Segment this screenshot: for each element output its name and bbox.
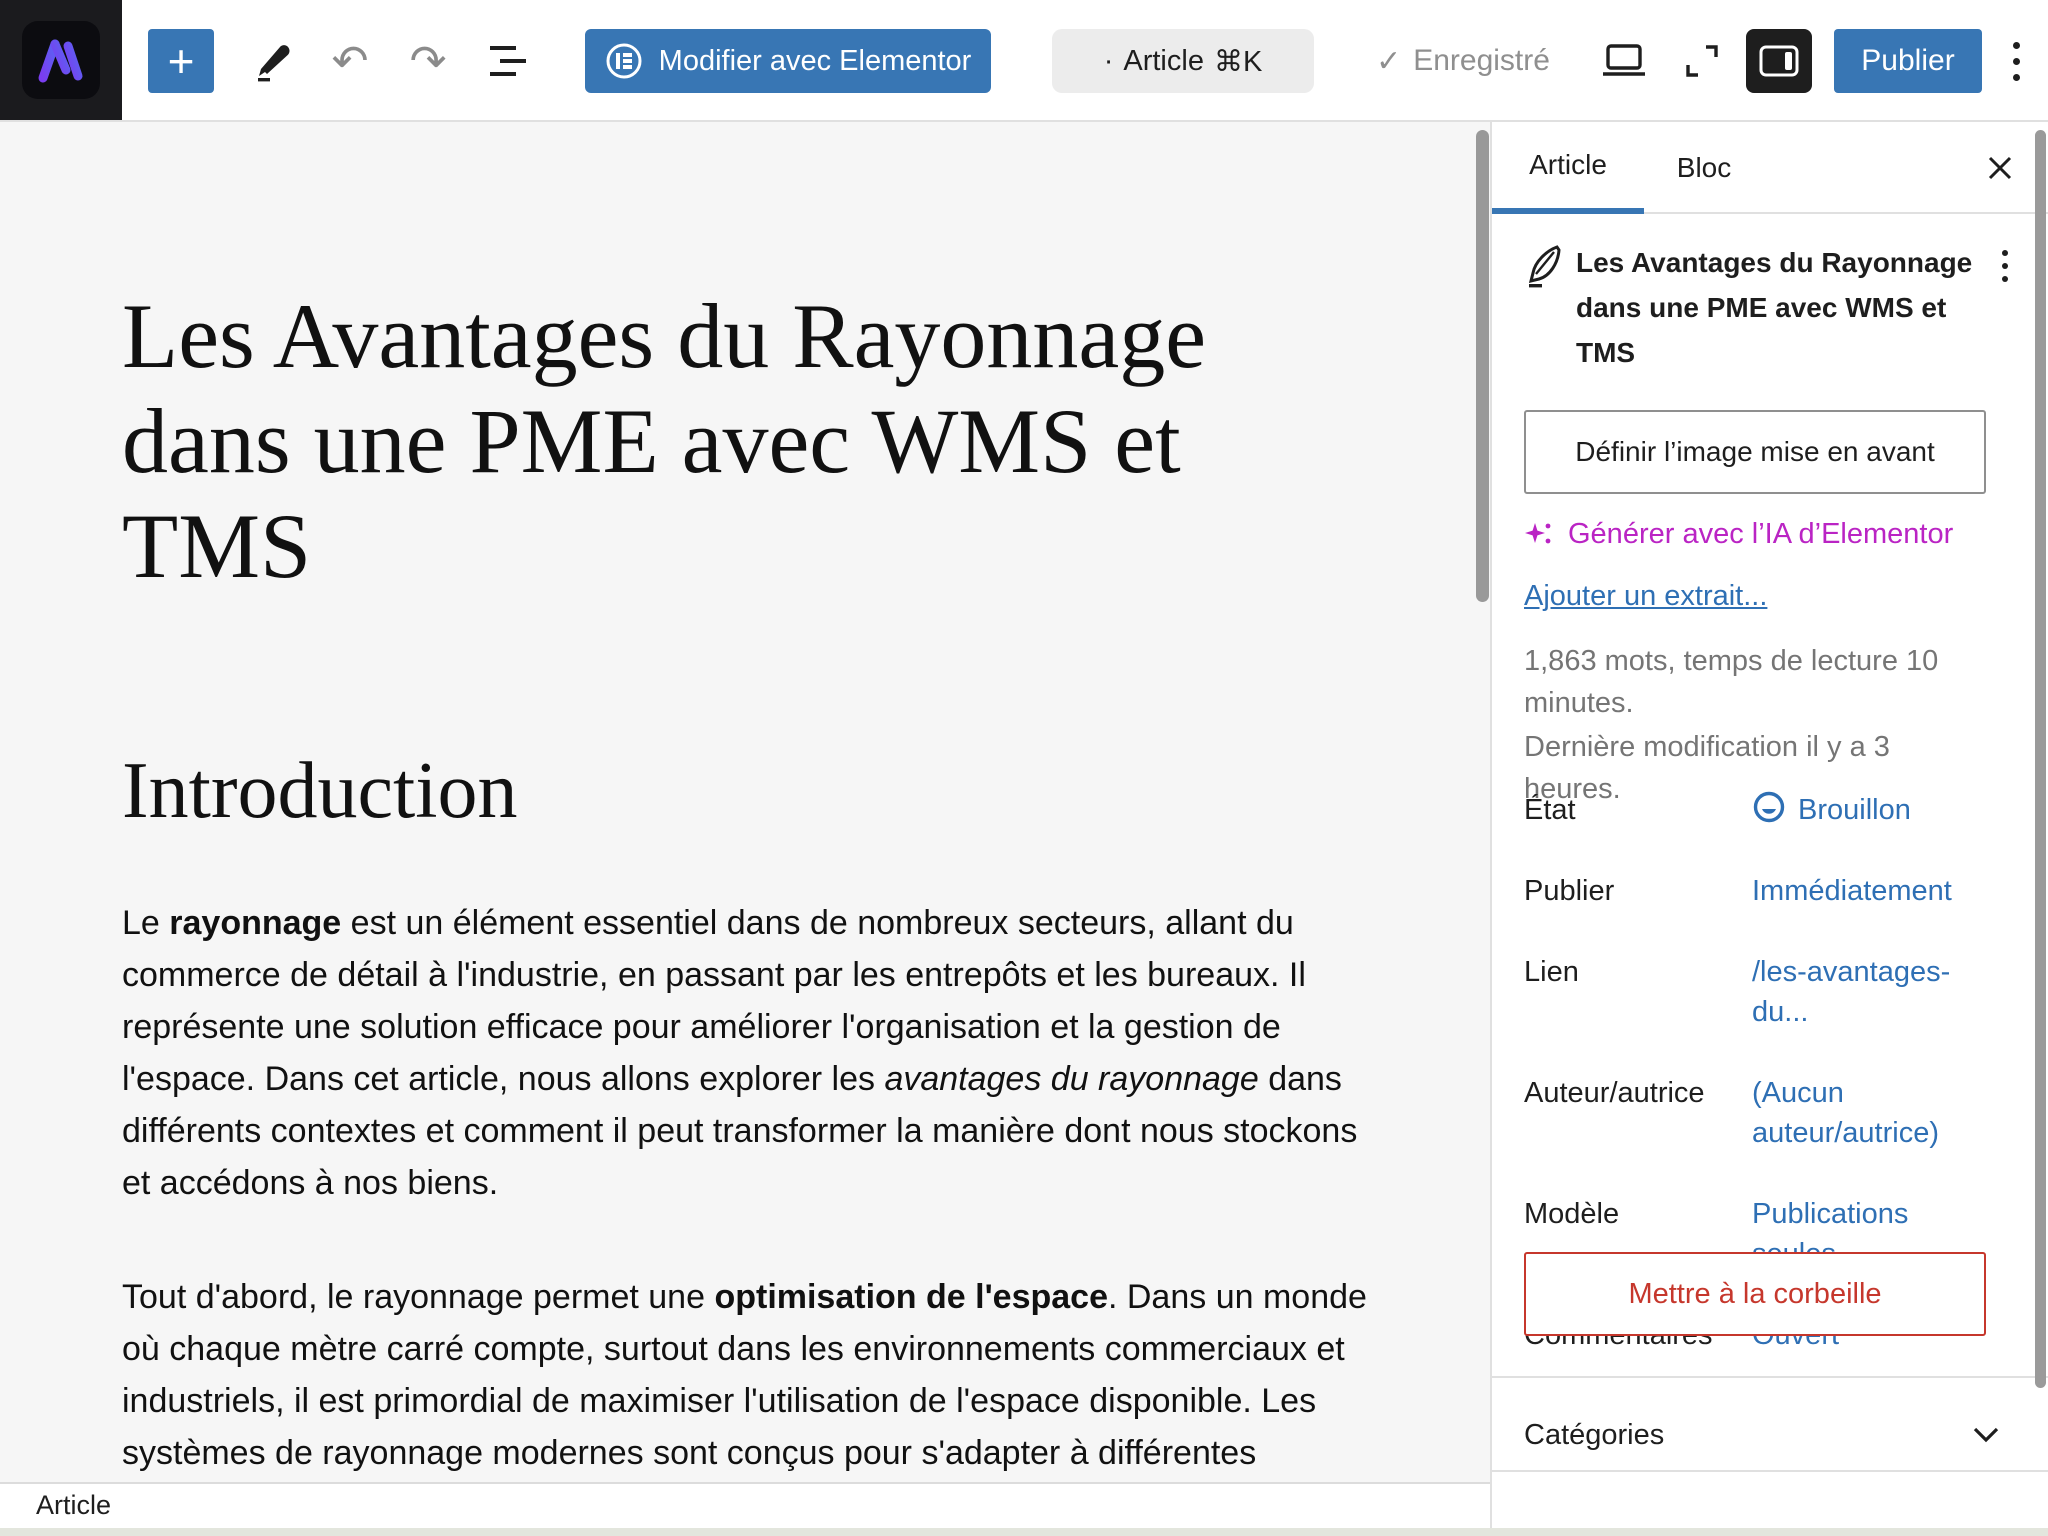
sidebar-tabs: Article Bloc bbox=[1492, 122, 2048, 214]
command-palette[interactable]: · Article ⌘K bbox=[1052, 29, 1314, 93]
breadcrumb[interactable]: Article bbox=[36, 1490, 111, 1521]
settings-sidebar: Article Bloc Les Avantages du Rayonnage … bbox=[1490, 122, 2048, 1528]
command-dot: · bbox=[1104, 45, 1114, 78]
content-scrollbar[interactable] bbox=[1476, 130, 1489, 602]
list-view-icon bbox=[486, 44, 530, 78]
add-excerpt-link[interactable]: Ajouter un extrait... bbox=[1524, 580, 1767, 613]
sidebar-scrollbar[interactable] bbox=[2035, 130, 2046, 1388]
elementor-icon bbox=[605, 42, 643, 80]
command-shortcut: ⌘K bbox=[1214, 44, 1262, 79]
pencil-icon bbox=[251, 38, 297, 84]
ai-link-label: Générer avec l’IA d’Elementor bbox=[1568, 518, 1953, 551]
sidebar-divider bbox=[1492, 1470, 2048, 1472]
post-card-title[interactable]: Les Avantages du Rayonnage dans une PME … bbox=[1576, 240, 1992, 375]
close-sidebar-button[interactable] bbox=[1978, 146, 2022, 190]
categories-panel-toggle[interactable]: Catégories bbox=[1524, 1400, 2000, 1470]
redo-icon: ↷ bbox=[410, 36, 447, 87]
kebab-icon bbox=[2013, 42, 2020, 49]
editor-canvas[interactable]: Les Avantages du Rayonnage dans une PME … bbox=[0, 122, 1490, 1482]
tab-bloc[interactable]: Bloc bbox=[1644, 122, 1764, 214]
settings-sidebar-toggle[interactable] bbox=[1746, 29, 1812, 93]
site-logo-button[interactable] bbox=[0, 0, 122, 120]
fullscreen-button[interactable] bbox=[1672, 29, 1732, 93]
intro-heading[interactable]: Introduction bbox=[122, 747, 1384, 835]
post-feather-icon bbox=[1524, 240, 1576, 288]
wordpress-editor: + ↶ ↷ bbox=[0, 0, 2048, 1536]
paragraph-1[interactable]: Le rayonnage est un élément essentiel da… bbox=[122, 897, 1384, 1209]
sidebar-divider bbox=[1492, 1376, 2048, 1378]
move-to-trash-button[interactable]: Mettre à la corbeille bbox=[1524, 1252, 1986, 1336]
categories-label: Catégories bbox=[1524, 1419, 1664, 1452]
set-featured-image-button[interactable]: Définir l’image mise en avant bbox=[1524, 410, 1986, 494]
elementor-button-label: Modifier avec Elementor bbox=[659, 45, 972, 78]
draft-status-icon bbox=[1752, 790, 1786, 824]
footer-divider bbox=[0, 1482, 1490, 1484]
status-value-link[interactable]: Brouillon bbox=[1752, 790, 2000, 830]
kebab-icon bbox=[2002, 250, 2008, 256]
check-icon: ✓ bbox=[1376, 44, 1401, 79]
generate-with-ai-link[interactable]: Générer avec l’IA d’Elementor bbox=[1524, 518, 1953, 551]
preview-button[interactable] bbox=[1592, 29, 1656, 93]
tools-pencil-button[interactable] bbox=[244, 29, 304, 93]
paragraph-2[interactable]: Tout d'abord, le rayonnage permet une op… bbox=[122, 1271, 1384, 1482]
row-link: Lien /les-avantages-du... bbox=[1524, 952, 2000, 1032]
site-logo-icon bbox=[22, 21, 100, 99]
row-author: Auteur/autrice (Aucun auteur/autrice) bbox=[1524, 1073, 2000, 1153]
window-bottom-strip bbox=[0, 1528, 2048, 1536]
close-icon bbox=[1985, 153, 2015, 183]
fullscreen-icon bbox=[1679, 38, 1725, 84]
undo-icon: ↶ bbox=[332, 36, 369, 87]
word-count-text: 1,863 mots, temps de lecture 10 minutes. bbox=[1524, 640, 1994, 724]
block-inserter-button[interactable]: + bbox=[148, 29, 214, 93]
redo-button[interactable]: ↷ bbox=[400, 29, 456, 93]
row-status: État Brouillon bbox=[1524, 790, 2000, 830]
post-summary-card: Les Avantages du Rayonnage dans une PME … bbox=[1524, 240, 2018, 375]
laptop-icon bbox=[1599, 41, 1649, 81]
permalink-value-link[interactable]: /les-avantages-du... bbox=[1752, 952, 2000, 1032]
chevron-down-icon bbox=[1972, 1426, 2000, 1444]
row-publish: Publier Immédiatement bbox=[1524, 871, 2000, 911]
sidebar-panel-icon bbox=[1756, 41, 1802, 81]
ai-sparkle-icon bbox=[1524, 520, 1554, 550]
publish-button[interactable]: Publier bbox=[1834, 29, 1982, 93]
saved-label: Enregistré bbox=[1413, 44, 1550, 78]
author-value-link[interactable]: (Aucun auteur/autrice) bbox=[1752, 1073, 2000, 1153]
list-view-button[interactable] bbox=[478, 29, 538, 93]
publish-value-link[interactable]: Immédiatement bbox=[1752, 871, 2000, 911]
options-kebab-button[interactable] bbox=[1996, 29, 2036, 93]
undo-button[interactable]: ↶ bbox=[322, 29, 378, 93]
tab-article[interactable]: Article bbox=[1492, 122, 1644, 214]
editor-topbar: + ↶ ↷ bbox=[0, 0, 2048, 122]
command-label: Article bbox=[1123, 45, 1204, 78]
post-actions-kebab[interactable] bbox=[1992, 240, 2018, 283]
saved-status: ✓ Enregistré bbox=[1368, 29, 1558, 93]
post-title[interactable]: Les Avantages du Rayonnage dans une PME … bbox=[122, 284, 1384, 599]
edit-with-elementor-button[interactable]: Modifier avec Elementor bbox=[585, 29, 991, 93]
